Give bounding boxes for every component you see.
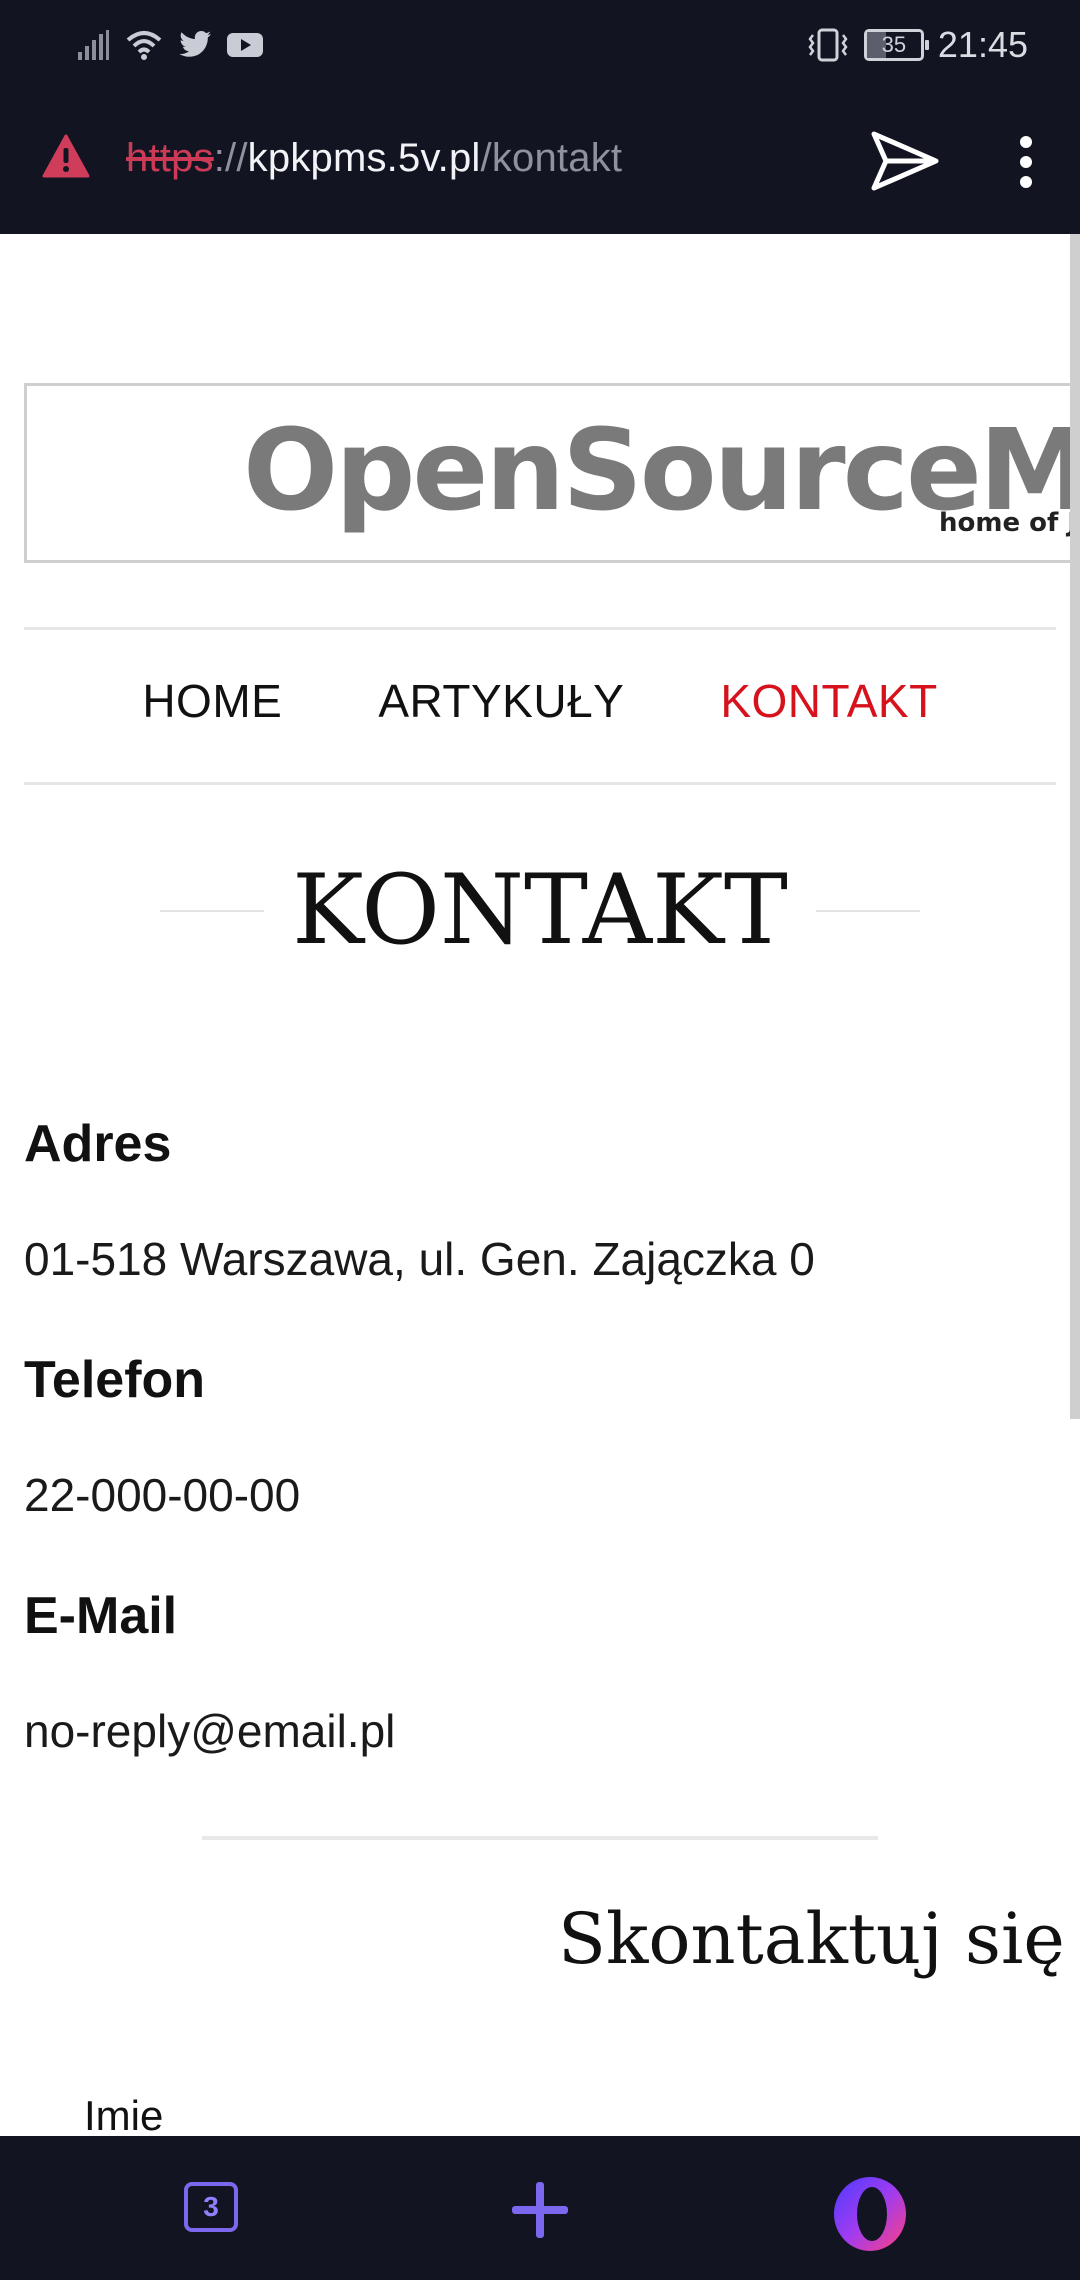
name-field-label: Imie xyxy=(84,2092,164,2136)
youtube-icon xyxy=(227,33,263,57)
main-nav: HOME ARTYKUŁY KONTAKT xyxy=(0,674,1080,728)
title-right-rule xyxy=(816,910,920,912)
contact-form-title: Skontaktuj się z xyxy=(558,1898,1080,1980)
url-separator: :// xyxy=(213,136,248,180)
browser-bottom-bar: 3 xyxy=(0,2136,1080,2280)
url-host: kpkpms.5v.pl xyxy=(247,136,481,180)
url-path: /kontakt xyxy=(480,136,623,180)
section-divider xyxy=(202,1836,878,1840)
nav-item-home[interactable]: HOME xyxy=(142,674,282,728)
phone-heading: Telefon xyxy=(24,1351,206,1409)
address-value: 01-518 Warszawa, ul. Gen. Zajączka 0 xyxy=(24,1233,815,1285)
nav-item-artykuly[interactable]: ARTYKUŁY xyxy=(378,674,624,728)
nav-top-divider xyxy=(24,627,1056,630)
email-heading: E-Mail xyxy=(24,1587,178,1645)
vibrate-icon xyxy=(808,28,848,62)
logo-subtitle: home of Jo xyxy=(939,508,1080,538)
tab-count-label: 3 xyxy=(203,2191,219,2222)
signal-icon xyxy=(78,30,109,60)
site-logo[interactable]: OpenSourceMatte home of Jo xyxy=(24,383,1080,563)
url-scheme: https xyxy=(126,136,214,180)
address-heading: Adres xyxy=(24,1115,172,1173)
status-icons-right: 35 21:45 xyxy=(806,24,1028,66)
plus-icon[interactable] xyxy=(510,2180,570,2240)
nav-bottom-divider xyxy=(24,782,1056,785)
tabs-button[interactable]: 3 xyxy=(184,2182,238,2232)
page-scrollbar[interactable] xyxy=(1070,234,1080,1419)
status-icons-left xyxy=(76,28,264,62)
nav-item-kontakt[interactable]: KONTAKT xyxy=(720,674,937,728)
send-icon[interactable] xyxy=(870,130,940,192)
phone-value[interactable]: 22-000-00-00 xyxy=(24,1468,300,1522)
twitter-icon xyxy=(179,31,211,57)
status-bar: 35 21:45 xyxy=(0,0,1080,92)
clock: 21:45 xyxy=(937,24,1028,65)
opera-logo-icon[interactable] xyxy=(832,2176,908,2252)
wifi-icon xyxy=(126,31,162,60)
browser-address-bar: https://kpkpms.5v.pl/kontakt xyxy=(0,92,1080,234)
more-vert-icon[interactable] xyxy=(1014,134,1038,190)
url-field[interactable]: https://kpkpms.5v.pl/kontakt xyxy=(126,136,622,181)
email-value[interactable]: no-reply@email.pl xyxy=(24,1704,395,1758)
warning-icon[interactable] xyxy=(42,134,90,178)
battery-indicator: 35 xyxy=(863,29,929,61)
web-page: OpenSourceMatte home of Jo HOME ARTYKUŁY… xyxy=(0,234,1080,2136)
